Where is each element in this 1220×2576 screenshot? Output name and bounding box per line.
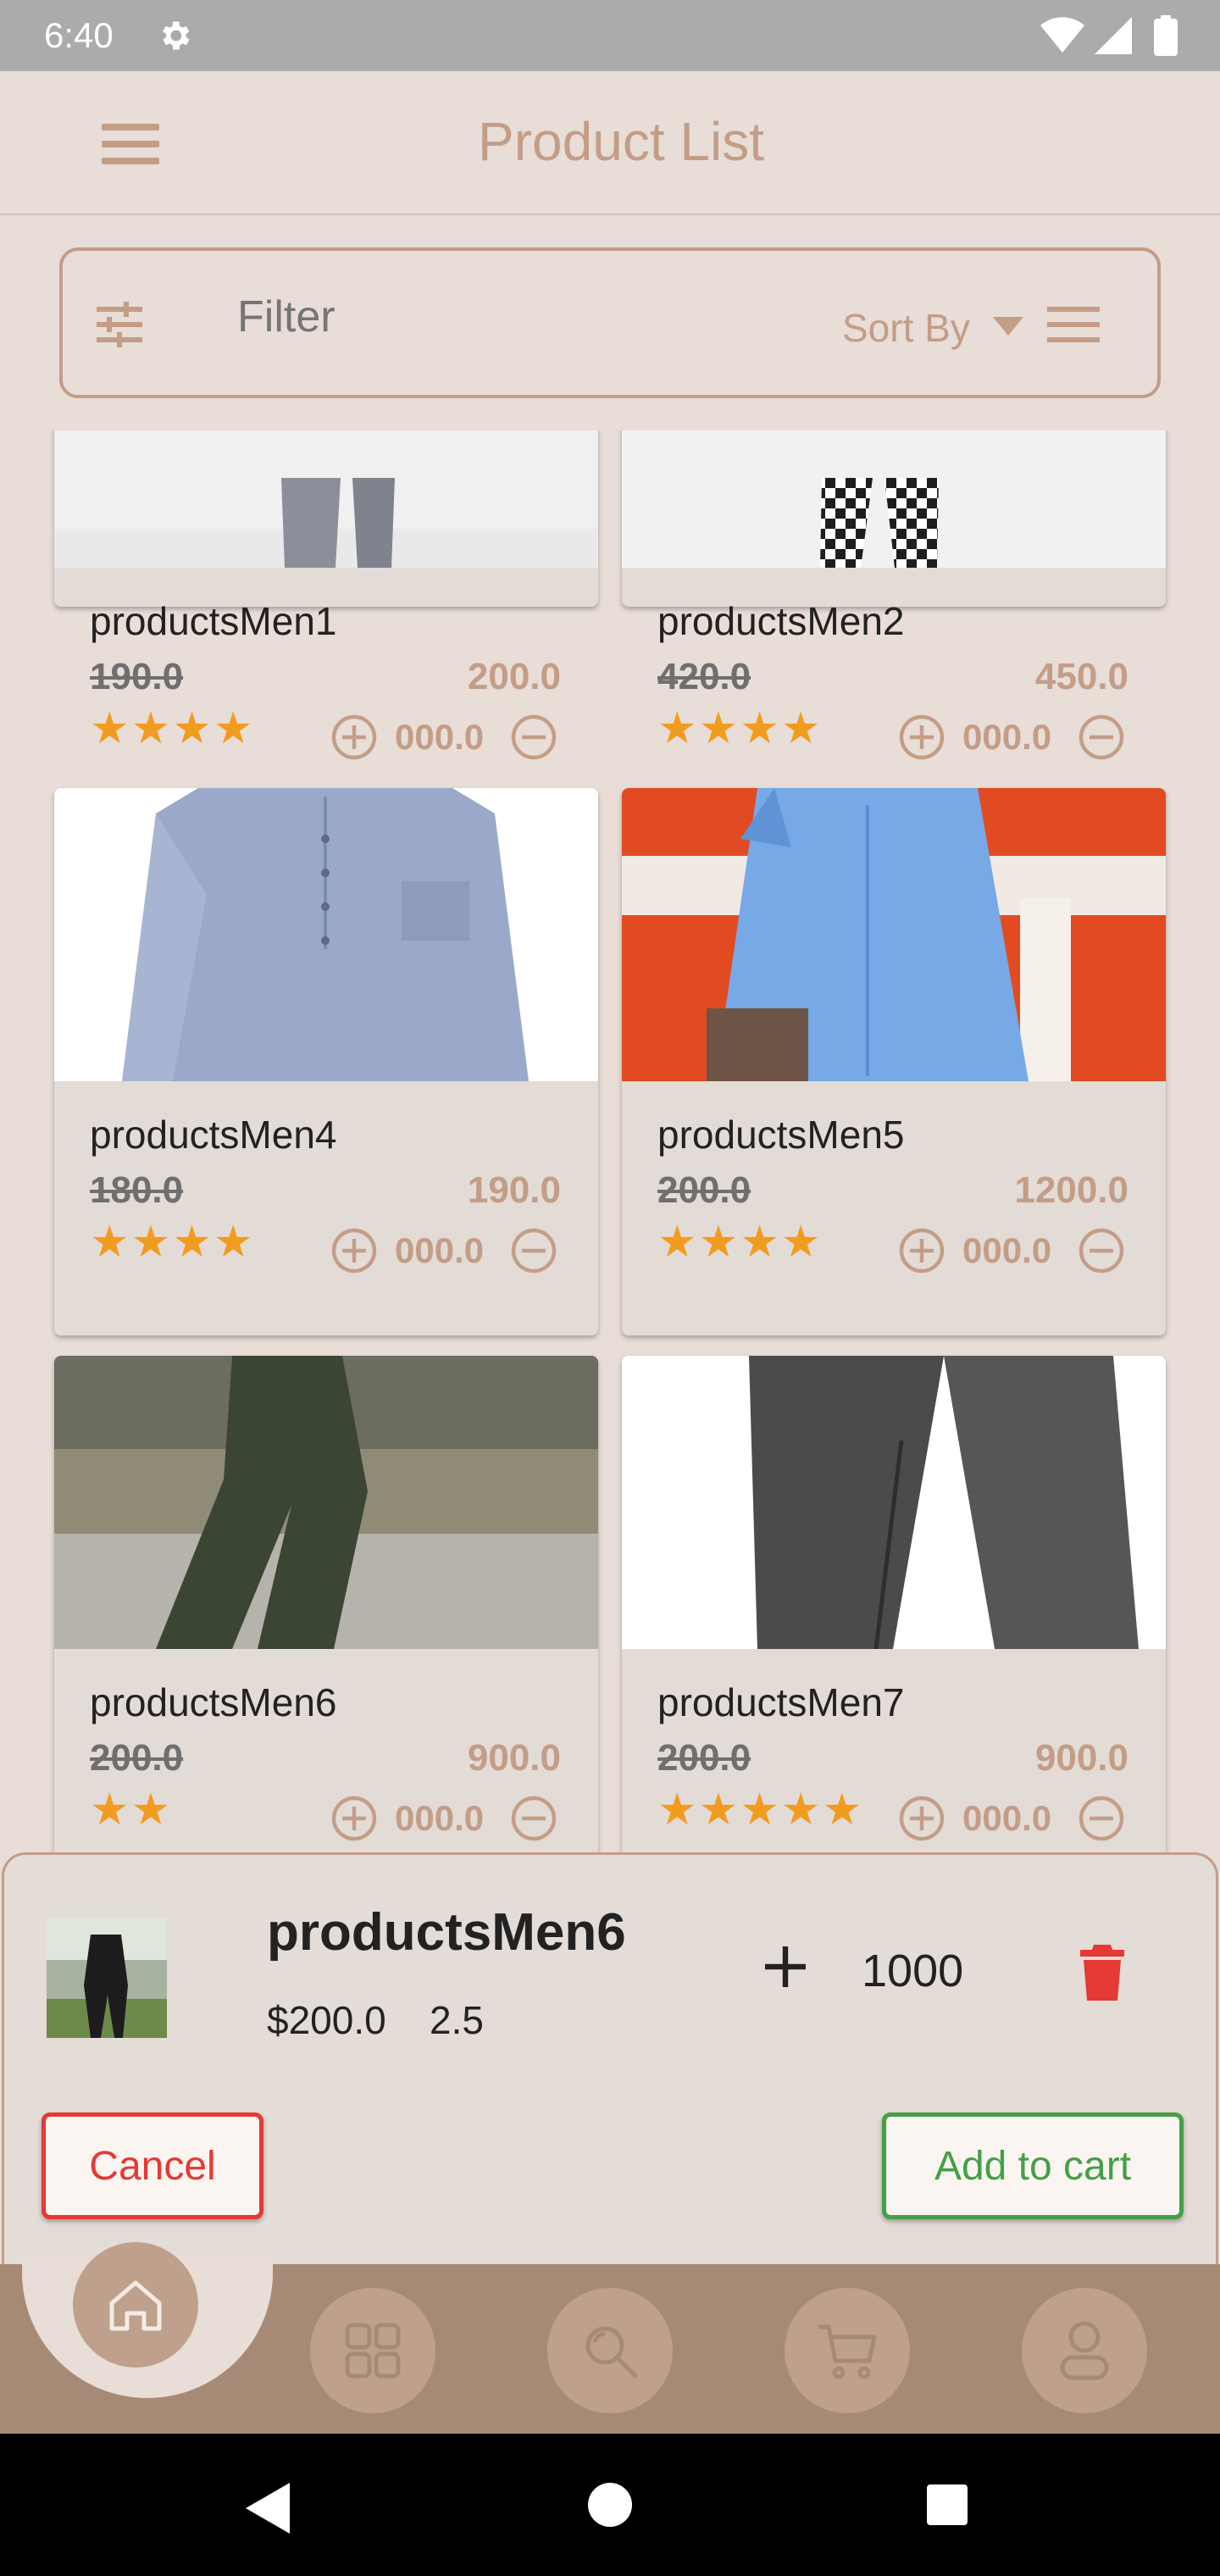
- product-old-price: 200.0: [657, 1169, 751, 1211]
- minus-circle-icon[interactable]: [510, 1227, 557, 1274]
- rating-stars: ★★: [90, 1785, 173, 1835]
- settings-icon: [163, 21, 190, 50]
- plus-circle-icon[interactable]: [898, 1227, 946, 1274]
- cart-icon: [818, 2324, 877, 2379]
- selected-product-name: productsMen6: [267, 1903, 626, 1962]
- plus-circle-icon[interactable]: [330, 713, 378, 761]
- product-image: [622, 788, 1166, 1081]
- battery-icon: [1154, 15, 1178, 56]
- product-price: 200.0: [467, 656, 561, 697]
- status-time: 6:40: [44, 15, 114, 55]
- product-price: 190.0: [467, 1169, 561, 1211]
- back-triangle-icon[interactable]: [242, 2481, 293, 2535]
- minus-circle-icon[interactable]: [1078, 713, 1125, 761]
- nav-search-button[interactable]: [547, 2288, 673, 2413]
- product-price: 900.0: [1034, 1737, 1128, 1779]
- rating-stars: ★★★★★: [657, 1785, 864, 1835]
- nav-categories-button[interactable]: [310, 2288, 435, 2413]
- product-grid: productsMen1 190.0 200.0 ★★★★ 000.0 prod…: [0, 430, 1220, 1852]
- profile-icon: [1060, 2321, 1109, 2380]
- selected-product-price: $200.0: [267, 1998, 386, 2042]
- product-qty: 000.0: [395, 1798, 485, 1838]
- recents-square-icon[interactable]: [925, 2483, 969, 2527]
- product-name: productsMen7: [657, 1680, 905, 1724]
- product-card[interactable]: productsMen6 200.0 900.0 ★★ 000.0: [54, 1356, 598, 1852]
- rating-stars: ★★★★: [90, 704, 255, 753]
- minus-circle-icon[interactable]: [510, 713, 557, 761]
- trash-icon[interactable]: [1079, 1945, 1126, 2001]
- signal-icon: [1095, 17, 1132, 54]
- filter-bar: Sort By: [59, 247, 1161, 398]
- product-price: 450.0: [1034, 656, 1128, 697]
- rating-stars: ★★★★: [90, 1218, 255, 1267]
- minus-circle-icon[interactable]: [1078, 1227, 1125, 1274]
- product-old-price: 420.0: [657, 656, 751, 697]
- grid-icon: [345, 2323, 401, 2379]
- product-old-price: 190.0: [90, 656, 184, 697]
- product-card[interactable]: productsMen4 180.0 190.0 ★★★★ 000.0: [54, 788, 598, 1335]
- product-qty: 000.0: [962, 717, 1052, 757]
- plus-circle-icon[interactable]: [898, 713, 946, 761]
- home-circle-icon[interactable]: [586, 2481, 634, 2529]
- product-price: 1200.0: [1014, 1169, 1128, 1211]
- product-qty: 000.0: [395, 717, 485, 757]
- product-name: productsMen6: [90, 1680, 337, 1724]
- product-old-price: 200.0: [90, 1737, 184, 1779]
- selected-product-rating: 2.5: [430, 1998, 484, 2042]
- page-title: Product List: [478, 111, 764, 172]
- nav-home-button[interactable]: [73, 2242, 198, 2368]
- rating-stars: ★★★★: [657, 704, 823, 753]
- status-bar: 6:40: [0, 0, 1220, 71]
- minus-circle-icon[interactable]: [510, 1795, 557, 1842]
- selected-product-thumbnail: [47, 1918, 167, 2038]
- app-bar: Product List: [0, 71, 1220, 215]
- product-card[interactable]: productsMen1 190.0 200.0 ★★★★ 000.0: [54, 430, 598, 760]
- add-to-cart-button[interactable]: Add to cart: [882, 2112, 1184, 2219]
- system-navigation-bar: [0, 2434, 1220, 2576]
- cancel-button[interactable]: Cancel: [42, 2112, 263, 2219]
- plus-circle-icon[interactable]: [330, 1227, 378, 1274]
- product-price: 900.0: [467, 1737, 561, 1779]
- nav-cart-button[interactable]: [785, 2288, 910, 2413]
- product-image: [622, 430, 1166, 568]
- product-name: productsMen2: [657, 599, 905, 643]
- product-image: [54, 788, 598, 1081]
- sliders-icon[interactable]: [93, 300, 146, 347]
- product-qty: 000.0: [962, 1230, 1052, 1270]
- selected-quantity: 1000: [862, 1946, 964, 1996]
- caret-down-icon[interactable]: [993, 317, 1023, 336]
- product-name: productsMen1: [90, 599, 337, 643]
- product-name: productsMen4: [90, 1113, 337, 1157]
- product-old-price: 180.0: [90, 1169, 184, 1211]
- home-icon: [109, 2280, 162, 2331]
- list-view-icon[interactable]: [1045, 302, 1101, 349]
- product-card[interactable]: productsMen7 200.0 900.0 ★★★★★ 000.0: [622, 1356, 1166, 1852]
- product-card[interactable]: productsMen5 200.0 1200.0 ★★★★ 000.0: [622, 788, 1166, 1335]
- nav-profile-button[interactable]: [1022, 2288, 1147, 2413]
- plus-circle-icon[interactable]: [898, 1795, 946, 1842]
- product-qty: 000.0: [962, 1798, 1052, 1838]
- rating-stars: ★★★★: [657, 1218, 823, 1267]
- plus-icon[interactable]: [760, 1941, 811, 1992]
- product-image: [54, 430, 598, 568]
- bottom-navigation: [0, 2242, 1220, 2434]
- filter-input[interactable]: [237, 291, 712, 342]
- product-image: [54, 1356, 598, 1649]
- product-card[interactable]: productsMen2 420.0 450.0 ★★★★ 000.0: [622, 430, 1166, 760]
- product-name: productsMen5: [657, 1113, 905, 1157]
- product-old-price: 200.0: [657, 1737, 751, 1779]
- minus-circle-icon[interactable]: [1078, 1795, 1125, 1842]
- wifi-icon: [1040, 17, 1084, 53]
- product-image: [622, 1356, 1166, 1649]
- search-icon: [585, 2326, 638, 2379]
- selected-product-sheet: productsMen6 $200.0 2.5 1000 Cancel Add …: [2, 1852, 1218, 2285]
- plus-circle-icon[interactable]: [330, 1795, 378, 1842]
- sort-by-dropdown[interactable]: Sort By: [842, 305, 970, 351]
- product-qty: 000.0: [395, 1230, 485, 1270]
